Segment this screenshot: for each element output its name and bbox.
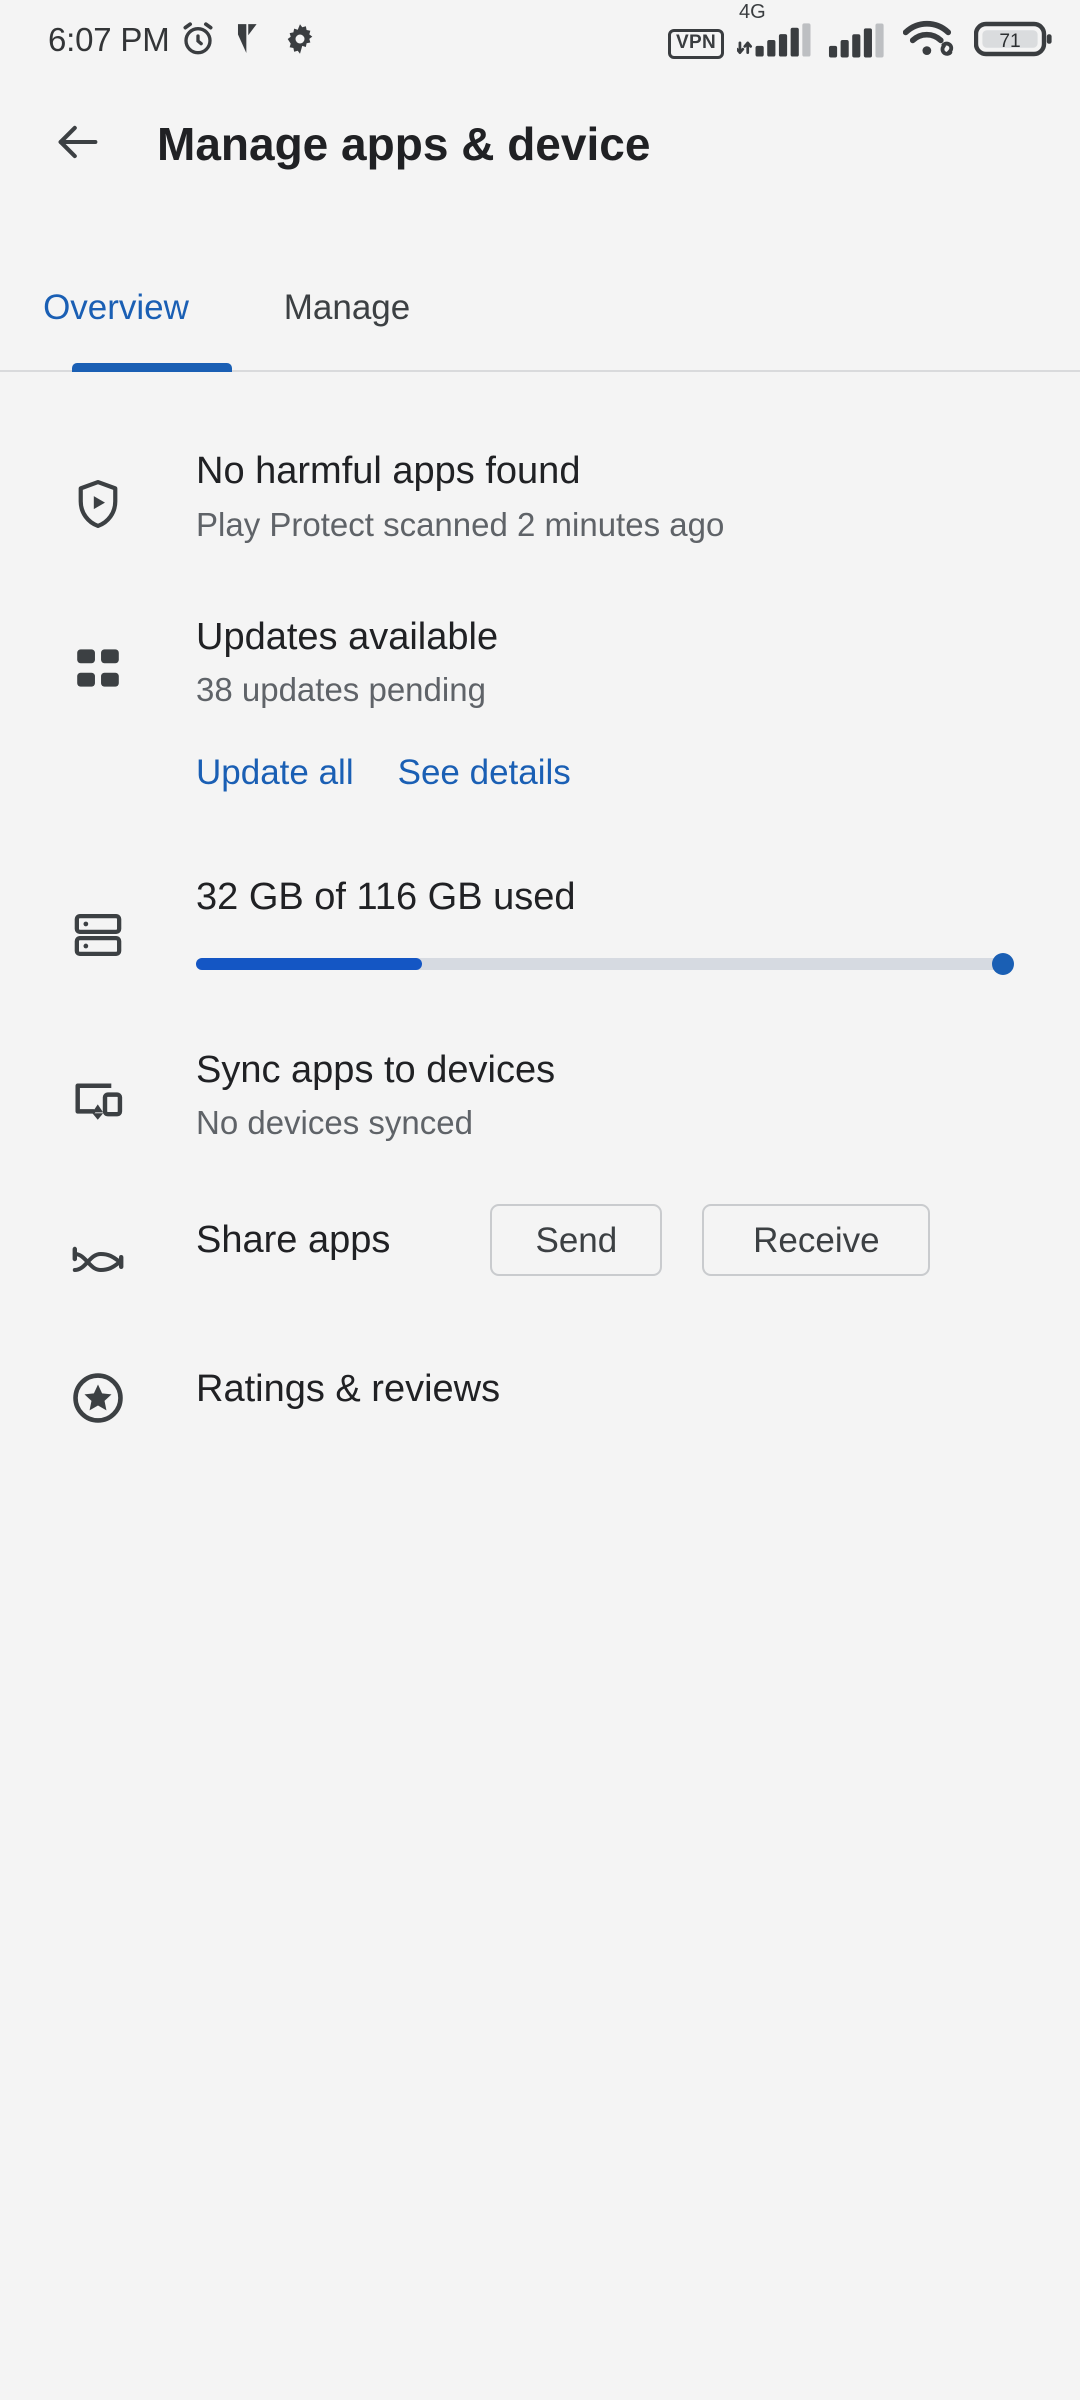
tab-active-indicator <box>72 363 232 372</box>
updates-subtitle: 38 updates pending <box>196 671 486 709</box>
vpn-badge: VPN <box>668 29 724 59</box>
play-store-manage-screen: 6:07 PM VPN 4G 71 Manage apps & device O… <box>0 0 1080 2400</box>
row-ratings-reviews[interactable]: Ratings & reviews <box>0 1294 1080 1423</box>
status-bar-right: VPN 4G 71 <box>668 2 1054 59</box>
ratings-reviews-label: Ratings & reviews <box>196 1368 501 1411</box>
back-button[interactable] <box>48 114 108 174</box>
overview-content: No harmful apps found Play Protect scann… <box>0 372 1080 1423</box>
tab-overview[interactable]: Overview <box>0 248 232 366</box>
battery-percent-label: 71 <box>999 31 1020 52</box>
storage-progress-track <box>196 952 1014 975</box>
storage-title: 32 GB of 116 GB used <box>196 876 576 918</box>
storage-progress-knob <box>992 952 1014 975</box>
row-storage[interactable]: 32 GB of 116 GB used <box>0 796 1080 975</box>
see-details-link[interactable]: See details <box>398 749 571 796</box>
share-apps-line: Share apps Send Receive <box>196 1204 1080 1277</box>
page-title: Manage apps & device <box>157 118 651 170</box>
tab-bar: Overview Manage <box>0 248 1080 372</box>
signal-4g-icon: 4G <box>737 2 815 59</box>
status-bar-left: 6:07 PM <box>48 19 318 59</box>
receive-button[interactable]: Receive <box>702 1204 931 1277</box>
share-nearby-icon <box>66 1230 130 1294</box>
devices-sync-icon <box>66 1071 130 1135</box>
status-bar: 6:07 PM VPN 4G 71 <box>0 0 1080 78</box>
back-arrow-icon <box>52 116 104 173</box>
vibrate-icon <box>234 20 264 58</box>
battery-icon: 71 <box>974 19 1054 59</box>
storage-progress-fill <box>196 957 422 970</box>
ratings-reviews-line: Ratings & reviews <box>196 1356 1080 1422</box>
wifi-linked-icon <box>903 19 961 59</box>
sync-title: Sync apps to devices <box>196 1048 556 1091</box>
row-sync-apps[interactable]: Sync apps to devices No devices synced <box>0 975 1080 1143</box>
grid-apps-icon <box>66 636 130 700</box>
updates-title: Updates available <box>196 615 499 658</box>
settings-gear-icon <box>282 21 318 57</box>
app-bar: Manage apps & device <box>0 78 1080 210</box>
sync-subtitle: No devices synced <box>196 1104 473 1142</box>
share-apps-label: Share apps <box>196 1219 391 1262</box>
storage-progress[interactable] <box>196 952 1040 975</box>
row-play-protect[interactable]: No harmful apps found Play Protect scann… <box>0 372 1080 544</box>
network-type-label: 4G <box>739 1 766 23</box>
row-updates[interactable]: Updates available 38 updates pending Upd… <box>0 544 1080 797</box>
row-share-apps: Share apps Send Receive <box>0 1142 1080 1294</box>
send-button[interactable]: Send <box>490 1204 663 1277</box>
storage-drive-icon <box>66 903 130 967</box>
updates-actions: Update all See details <box>196 749 1040 796</box>
status-clock: 6:07 PM <box>48 20 170 58</box>
update-all-link[interactable]: Update all <box>196 749 354 796</box>
alarm-icon <box>178 19 218 59</box>
tab-manage[interactable]: Manage <box>232 248 462 366</box>
play-protect-subtitle: Play Protect scanned 2 minutes ago <box>196 505 725 543</box>
star-circle-icon <box>66 1366 130 1430</box>
shield-play-icon <box>66 472 130 536</box>
signal-secondary-icon <box>828 21 890 59</box>
play-protect-title: No harmful apps found <box>196 450 581 492</box>
